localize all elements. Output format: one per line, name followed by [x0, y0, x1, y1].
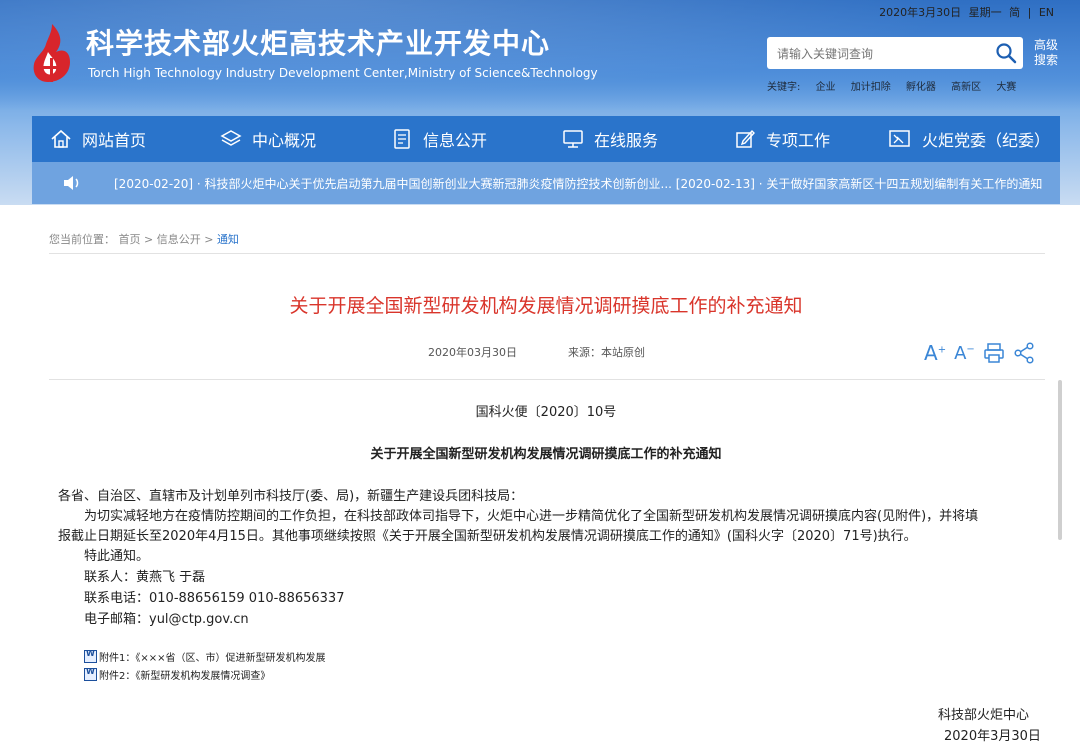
body-paragraph-line: 为切实减轻地方在疫情防控期间的工作负担，在科技部政体司指导下，火炬中心进一步精简… — [84, 509, 979, 524]
nav-item-party[interactable]: 火炬党委（纪委） — [888, 116, 1050, 162]
nav-item-info[interactable]: 信息公开 — [391, 116, 487, 162]
attachment-label: 附件2：《新型研发机构发展情况调查》 — [99, 671, 271, 682]
nav-item-service[interactable]: 在线服务 — [562, 116, 658, 162]
attachment-link[interactable]: 附件1：《×××省（区、市）促进新型研发机构发展 — [84, 649, 326, 664]
site-subtitle: Torch High Technology Industry Developme… — [88, 66, 598, 80]
article-title: 关于开展全国新型研发机构发展情况调研摸底工作的补充通知 — [289, 295, 803, 317]
closing-line: 特此通知。 — [84, 549, 150, 564]
divider — [49, 379, 1045, 380]
topbar-separator: | — [1027, 6, 1032, 19]
nav-label: 网站首页 — [82, 131, 147, 150]
contact-person: 联系人：黄燕飞 于磊 — [84, 570, 206, 585]
word-file-icon — [84, 649, 97, 663]
nav-label: 信息公开 — [423, 131, 488, 150]
document-number: 国科火便〔2020〕10号 — [475, 405, 617, 420]
breadcrumb-section[interactable]: 信息公开 — [157, 233, 201, 246]
attachment-link[interactable]: 附件2：《新型研发机构发展情况调查》 — [84, 667, 270, 682]
advanced-search-link[interactable]: 高级 搜索 — [1034, 38, 1064, 68]
body-paragraph-line: 报截止日期延长至2020年4月15日。其他事项继续按照《关于开展全国新型研发机构… — [58, 529, 917, 544]
document-title: 关于开展全国新型研发机构发展情况调研摸底工作的补充通知 — [370, 447, 722, 462]
salutation: 各省、自治区、直辖市及计划单列市科技厅(委、局)，新疆生产建设兵团科技局： — [58, 489, 524, 504]
nav-item-home[interactable]: 网站首页 — [50, 116, 146, 162]
nav-item-special[interactable]: 专项工作 — [734, 116, 830, 162]
sign-date: 2020年3月30日 — [944, 729, 1041, 744]
keyword-link[interactable]: 高新区 — [951, 82, 981, 93]
edit-icon — [736, 129, 755, 148]
ticker-link[interactable]: [2020-02-20] · 科技部火炬中心关于优先启动第九届中国创新创业大赛新… — [114, 175, 1058, 192]
search-icon[interactable] — [995, 42, 1017, 64]
keyword-link[interactable]: 企业 — [816, 82, 836, 93]
breadcrumb-label: 您当前位置： — [49, 233, 115, 246]
keyword-link[interactable]: 孵化器 — [906, 82, 936, 93]
breadcrumb-current[interactable]: 通知 — [217, 233, 239, 246]
document-icon — [394, 129, 410, 149]
font-increase-button[interactable]: A+ — [924, 341, 946, 365]
article-container: 您当前位置： 首页 > 信息公开 > 通知 关于开展全国新型研发机构发展情况调研… — [32, 205, 1060, 744]
keywords-label: 关键字: — [767, 82, 801, 93]
nav-label: 专项工作 — [766, 131, 831, 150]
breadcrumb-sep: > — [144, 233, 154, 246]
advanced-search-line1: 高级 — [1034, 38, 1059, 52]
divider — [49, 253, 1045, 254]
current-weekday: 星期一 — [968, 6, 1002, 19]
lang-simplified-link[interactable]: 简 — [1009, 6, 1020, 19]
font-decrease-button[interactable]: A− — [954, 343, 975, 364]
share-icon[interactable] — [1013, 342, 1035, 364]
article-tools: A+ A− — [924, 339, 1043, 367]
site-title: 科学技术部火炬高技术产业开发中心 — [86, 27, 551, 60]
news-ticker: [2020-02-20] · 科技部火炬中心关于优先启动第九届中国创新创业大赛新… — [32, 162, 1060, 204]
speaker-icon — [64, 176, 79, 190]
breadcrumb-sep: > — [204, 233, 214, 246]
word-file-icon — [84, 667, 97, 681]
nav-label: 中心概况 — [252, 131, 317, 150]
search-input[interactable] — [775, 43, 989, 65]
monitor-icon — [563, 130, 583, 148]
top-bar: 2020年3月30日 星期一 简 | EN — [875, 4, 1054, 20]
contact-email: 电子邮箱：yul@ctp.gov.cn — [84, 612, 249, 627]
keyword-link[interactable]: 加计扣除 — [851, 82, 891, 93]
home-icon — [51, 129, 71, 148]
lang-en-link[interactable]: EN — [1039, 6, 1054, 19]
advanced-search-line2: 搜索 — [1034, 53, 1059, 67]
torch-logo-icon[interactable] — [30, 22, 78, 84]
breadcrumb-home[interactable]: 首页 — [119, 233, 141, 246]
font-decrease-label: A — [954, 342, 967, 364]
font-increase-label: A — [924, 341, 938, 365]
layers-icon — [220, 130, 242, 146]
search-box — [767, 37, 1023, 69]
article-date: 2020年03月30日 — [428, 346, 517, 359]
scrollbar[interactable] — [1058, 380, 1062, 540]
flag-icon — [889, 130, 910, 147]
print-icon[interactable] — [983, 342, 1005, 364]
article-source: 来源：本站原创 — [568, 346, 645, 359]
current-date: 2020年3月30日 — [879, 6, 962, 19]
contact-phone: 联系电话：010-88656159 010-88656337 — [84, 591, 345, 606]
breadcrumb: 您当前位置： 首页 > 信息公开 > 通知 — [49, 231, 239, 247]
attachment-label: 附件1：《×××省（区、市）促进新型研发机构发展 — [99, 653, 326, 664]
nav-label: 火炬党委（纪委） — [922, 131, 1051, 150]
hot-keywords: 关键字: 企业 加计扣除 孵化器 高新区 大赛 — [767, 78, 1016, 93]
main-nav: 网站首页 中心概况 信息公开 在线服务 专项工作 火炬党委（纪委） — [32, 116, 1060, 162]
nav-item-about[interactable]: 中心概况 — [220, 116, 316, 162]
keyword-link[interactable]: 大赛 — [996, 82, 1016, 93]
signer: 科技部火炬中心 — [938, 708, 1030, 723]
nav-label: 在线服务 — [594, 131, 659, 150]
